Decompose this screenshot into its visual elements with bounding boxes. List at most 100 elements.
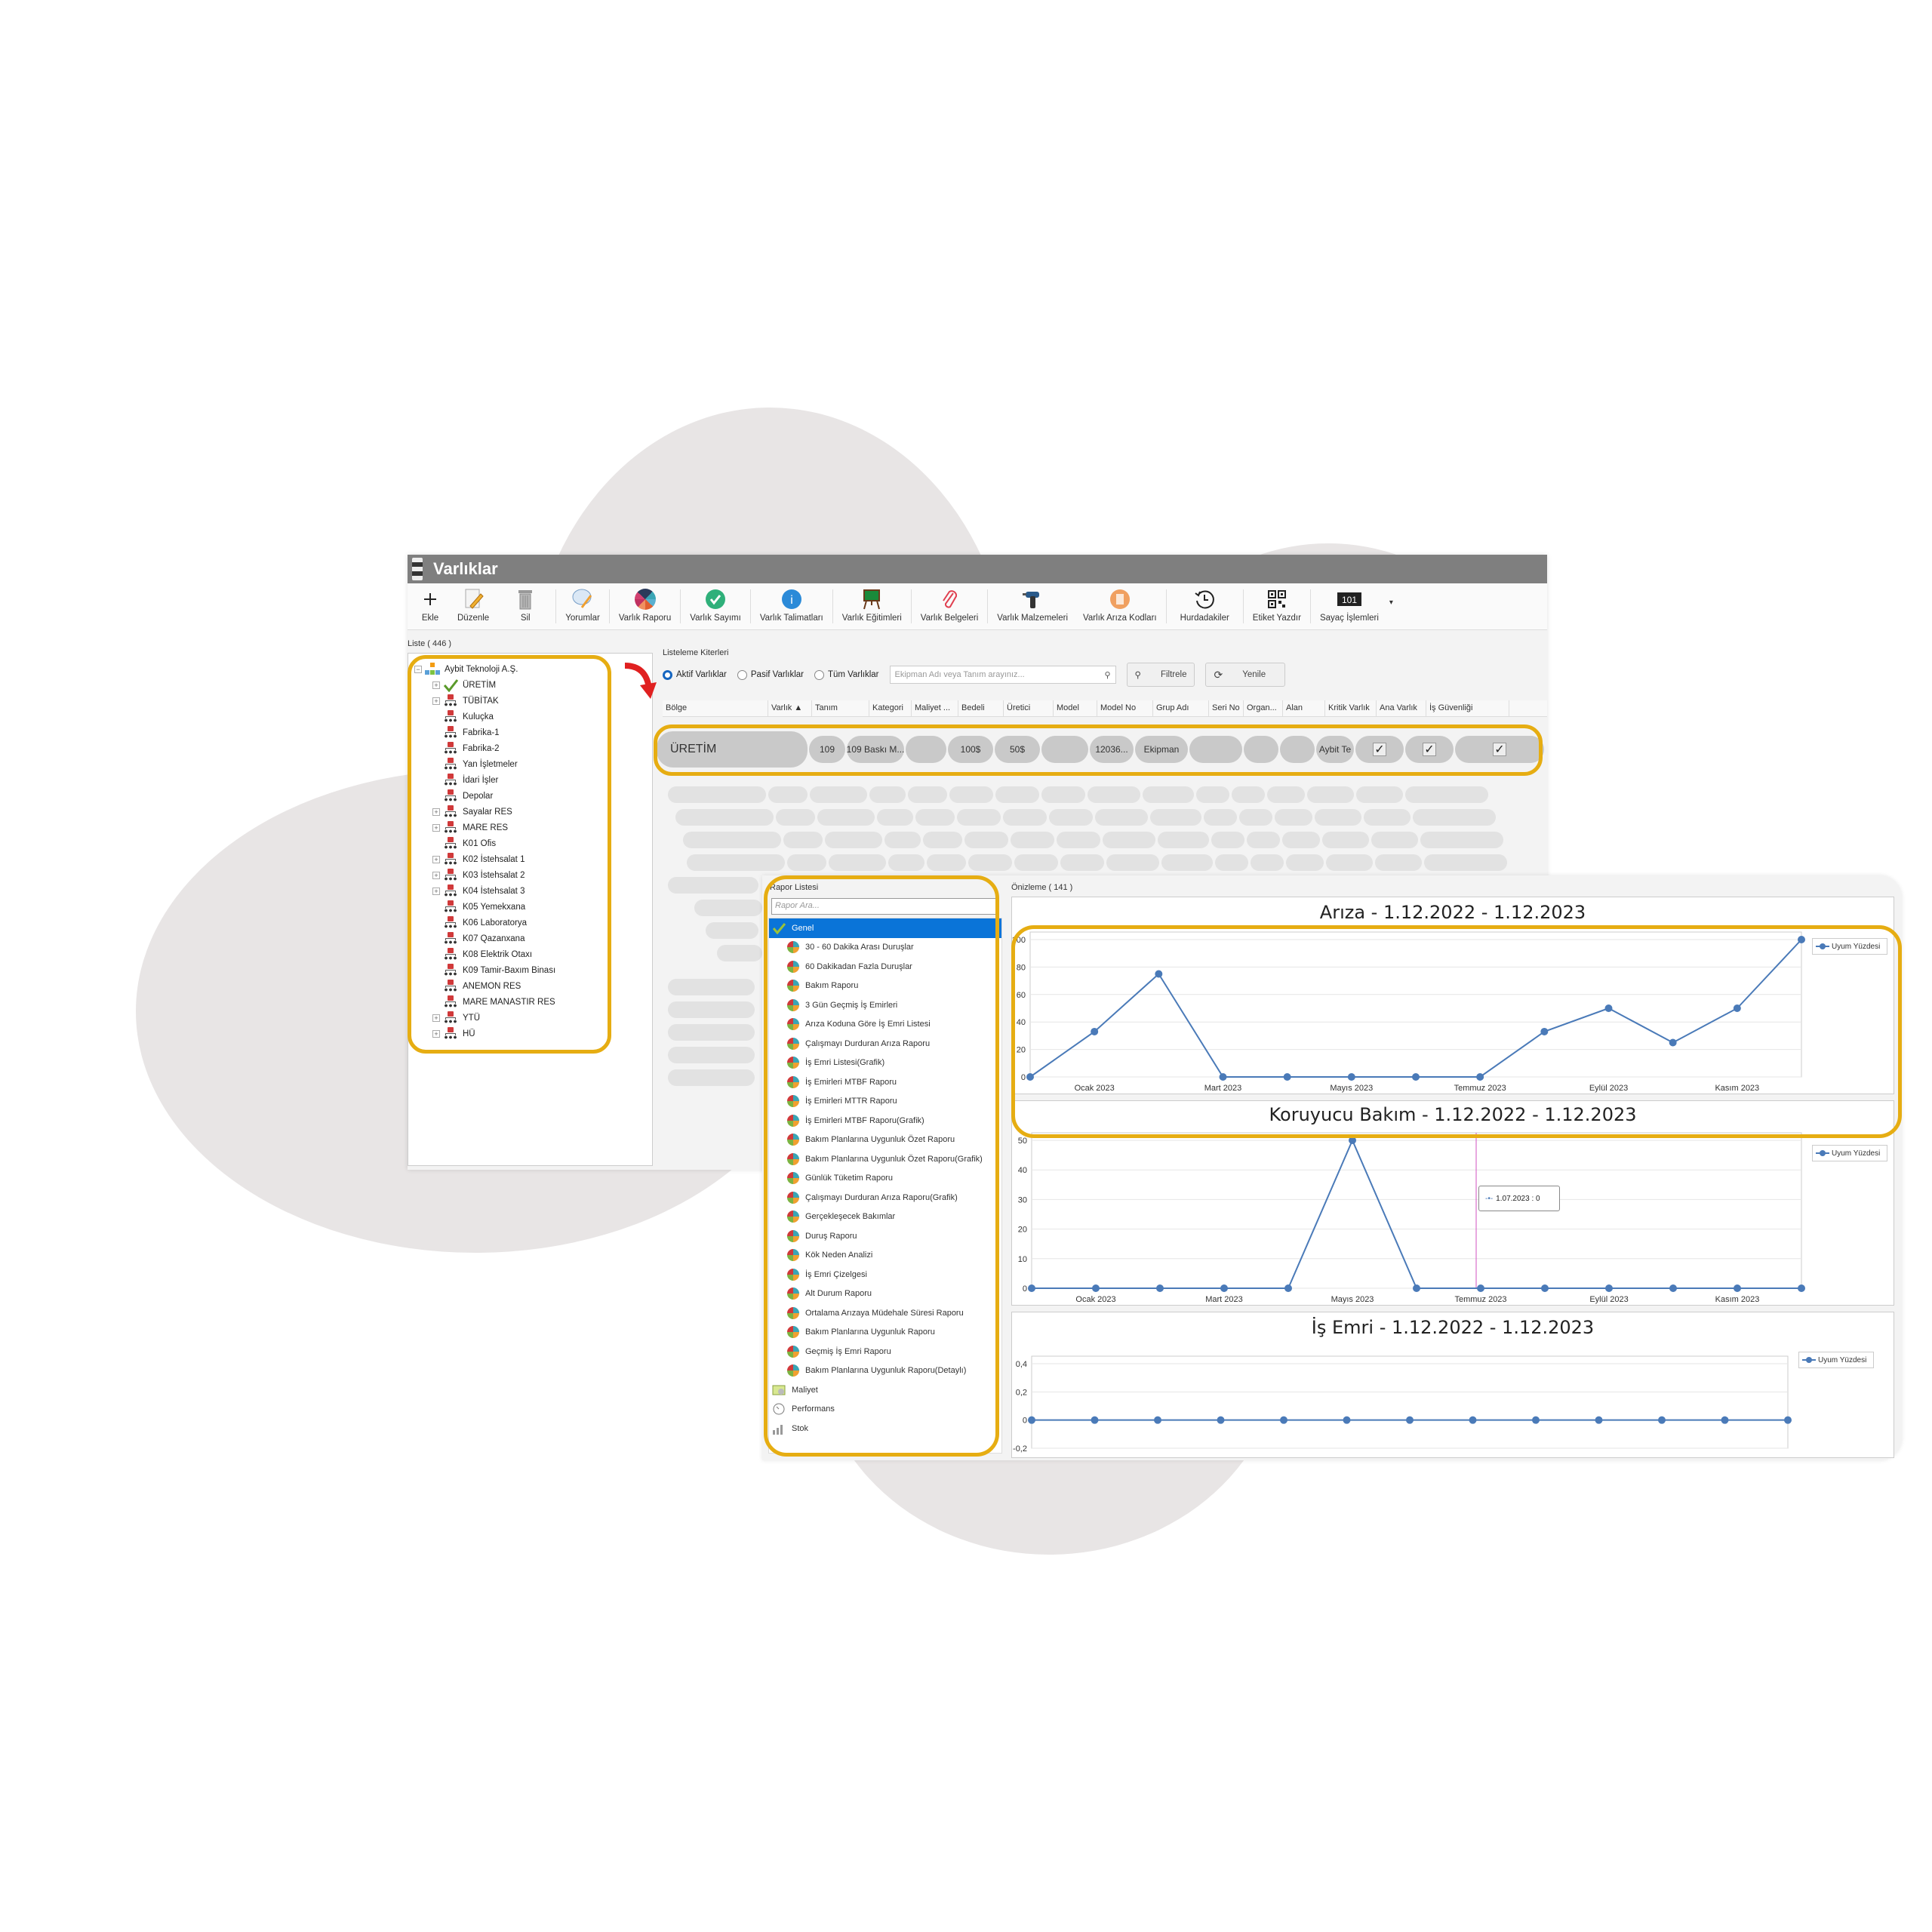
tree-node[interactable]: + YTÜ — [414, 1010, 555, 1026]
tree-node[interactable]: + MARE RES — [414, 820, 555, 835]
active-assets-radio[interactable]: Aktif Varlıklar — [663, 669, 727, 680]
grid-column-header[interactable]: Organ... — [1244, 700, 1283, 716]
grid-column-header[interactable]: Seri No — [1209, 700, 1244, 716]
tree-node[interactable]: + K02 İstehsalat 1 — [414, 851, 555, 867]
expand-icon[interactable]: + — [432, 855, 440, 863]
tree-node[interactable]: İdari İşler — [414, 772, 555, 788]
asset-search-input[interactable]: Ekipman Adı veya Tanım arayınız... ⚲ — [889, 666, 1116, 684]
report-item[interactable]: Duruş Raporu — [769, 1226, 1001, 1246]
tree-node[interactable]: Kuluçka — [414, 709, 555, 724]
report-item[interactable]: İş Emirleri MTTR Raporu — [769, 1092, 1001, 1112]
checkbox-checked[interactable]: ✓ — [1493, 742, 1506, 756]
report-item[interactable]: Gerçekleşecek Bakımlar — [769, 1208, 1001, 1227]
asset-instructions-button[interactable]: i Varlık Talimatları — [752, 583, 831, 629]
report-item[interactable]: Geçmiş İş Emri Raporu — [769, 1342, 1001, 1361]
print-label-button[interactable]: Etiket Yazdır — [1245, 583, 1309, 629]
passive-assets-radio[interactable]: Pasif Varlıklar — [737, 669, 804, 680]
report-item[interactable]: Ortalama Arızaya Müdehale Süresi Raporu — [769, 1303, 1001, 1323]
asset-fault-codes-button[interactable]: Varlık Arıza Kodları — [1075, 583, 1164, 629]
selected-grid-row[interactable]: ÜRETİM 109 109 Baskı M... 100$ 50$ 12036... Ek… — [657, 728, 1547, 770]
add-button[interactable]: Ekle — [411, 583, 450, 629]
tree-node[interactable]: MARE MANASTIR RES — [414, 994, 555, 1010]
grid-column-header[interactable]: Ana Varlık — [1377, 700, 1426, 716]
grid-column-header[interactable]: Grup Adı — [1153, 700, 1209, 716]
tree-node[interactable]: Depolar — [414, 788, 555, 804]
report-group-genel[interactable]: Genel — [769, 918, 1001, 938]
filter-button[interactable]: ⚲ Filtrele — [1126, 663, 1195, 687]
asset-count-button[interactable]: Varlık Sayımı — [682, 583, 749, 629]
all-assets-radio[interactable]: Tüm Varlıklar — [814, 669, 879, 680]
report-item[interactable]: İş Emri Listesi(Grafik) — [769, 1054, 1001, 1073]
tree-node[interactable]: + K04 İstehsalat 3 — [414, 883, 555, 899]
asset-report-button[interactable]: Varlık Raporu — [611, 583, 678, 629]
expand-icon[interactable]: + — [432, 697, 440, 705]
grid-column-header[interactable]: Bedeli — [958, 700, 1004, 716]
report-item[interactable]: Bakım Planlarına Uygunluk Raporu — [769, 1323, 1001, 1343]
report-item[interactable]: Bakım Planlarına Uygunluk Özet Raporu — [769, 1131, 1001, 1150]
expand-icon[interactable]: + — [432, 681, 440, 689]
tree-node[interactable]: Yan İşletmeler — [414, 756, 555, 772]
tree-node[interactable]: K06 Laboratorya — [414, 915, 555, 931]
tree-node[interactable]: Fabrika-1 — [414, 724, 555, 740]
grid-column-header[interactable]: Model — [1054, 700, 1097, 716]
report-item[interactable]: Çalışmayı Durduran Arıza Raporu — [769, 1034, 1001, 1054]
report-item[interactable]: Bakım Planlarına Uygunluk Özet Raporu(Gr… — [769, 1149, 1001, 1169]
scrapped-button[interactable]: Hurdadakiler — [1168, 583, 1241, 629]
report-group-maliyet[interactable]: Maliyet — [769, 1380, 1001, 1400]
grid-column-header[interactable]: Tanım — [812, 700, 869, 716]
report-item[interactable]: 60 Dakikadan Fazla Duruşlar — [769, 957, 1001, 977]
grid-column-header[interactable]: Kategori — [869, 700, 912, 716]
tree-node[interactable]: K05 Yemekxana — [414, 899, 555, 915]
expand-icon[interactable]: + — [432, 808, 440, 816]
grid-column-header[interactable]: Bölge — [663, 700, 768, 716]
report-item[interactable]: İş Emirleri MTBF Raporu(Grafik) — [769, 1111, 1001, 1131]
expand-icon[interactable]: + — [432, 1029, 440, 1038]
checkbox-checked[interactable]: ✓ — [1423, 742, 1436, 756]
tree-node[interactable]: K01 Ofis — [414, 835, 555, 851]
checkbox-checked[interactable]: ✓ — [1373, 742, 1386, 756]
edit-button[interactable]: Düzenle — [450, 583, 497, 629]
tree-node[interactable]: K07 Qazanxana — [414, 931, 555, 946]
report-item[interactable]: Çalışmayı Durduran Arıza Raporu(Grafik) — [769, 1188, 1001, 1208]
grid-column-header[interactable]: Varlık ▲ — [768, 700, 812, 716]
expand-icon[interactable]: + — [432, 887, 440, 895]
grid-column-header[interactable]: Model No — [1097, 700, 1153, 716]
grid-column-header[interactable]: Üretici — [1004, 700, 1054, 716]
asset-trainings-button[interactable]: Varlık Eğitimleri — [835, 583, 909, 629]
tree-node[interactable]: + ÜRETİM — [414, 677, 555, 693]
counter-operations-button[interactable]: 101 Sayaç İşlemleri — [1312, 583, 1386, 629]
report-group-performans[interactable]: Performans — [769, 1400, 1001, 1420]
tree-node[interactable]: + Sayalar RES — [414, 804, 555, 820]
tree-node[interactable]: + K03 İstehsalat 2 — [414, 867, 555, 883]
tree-node[interactable]: − Aybit Teknoloji A.Ş. — [414, 661, 555, 677]
report-item[interactable]: Alt Durum Raporu — [769, 1284, 1001, 1304]
tree-node[interactable]: + HÜ — [414, 1026, 555, 1041]
report-group-stok[interactable]: Stok — [769, 1419, 1001, 1438]
report-item[interactable]: 3 Gün Geçmiş İş Emirleri — [769, 995, 1001, 1015]
grid-column-header[interactable]: İş Güvenliği — [1426, 700, 1509, 716]
grid-column-header[interactable]: Alan — [1283, 700, 1325, 716]
grid-column-header[interactable]: Kritik Varlık — [1325, 700, 1377, 716]
report-item[interactable]: İş Emri Çizelgesi — [769, 1265, 1001, 1284]
toolbar-overflow-button[interactable]: ▾ — [1386, 583, 1396, 629]
report-item[interactable]: Bakım Raporu — [769, 977, 1001, 996]
asset-materials-button[interactable]: Varlık Malzemeleri — [989, 583, 1075, 629]
report-item[interactable]: Günlük Tüketim Raporu — [769, 1169, 1001, 1189]
expand-icon[interactable]: + — [432, 871, 440, 879]
tree-node[interactable]: K09 Tamir-Baxım Binası — [414, 962, 555, 978]
grid-column-header[interactable]: Maliyet ... — [912, 700, 958, 716]
delete-button[interactable]: Sil — [497, 583, 554, 629]
tree-node[interactable]: + TÜBİTAK — [414, 693, 555, 709]
report-item[interactable]: Kök Neden Analizi — [769, 1246, 1001, 1266]
collapse-icon[interactable]: − — [414, 665, 422, 673]
refresh-button[interactable]: ⟳ Yenile — [1205, 663, 1286, 687]
tree-node[interactable]: K08 Elektrik Otaxı — [414, 946, 555, 962]
expand-icon[interactable]: + — [432, 1014, 440, 1022]
tree-node[interactable]: ANEMON RES — [414, 978, 555, 994]
expand-icon[interactable]: + — [432, 823, 440, 832]
report-item[interactable]: Arıza Koduna Göre İş Emri Listesi — [769, 1015, 1001, 1035]
report-item[interactable]: İş Emirleri MTBF Raporu — [769, 1072, 1001, 1092]
comments-button[interactable]: Yorumlar — [558, 583, 608, 629]
tree-node[interactable]: Fabrika-2 — [414, 740, 555, 756]
report-item[interactable]: 30 - 60 Dakika Arası Duruşlar — [769, 938, 1001, 958]
